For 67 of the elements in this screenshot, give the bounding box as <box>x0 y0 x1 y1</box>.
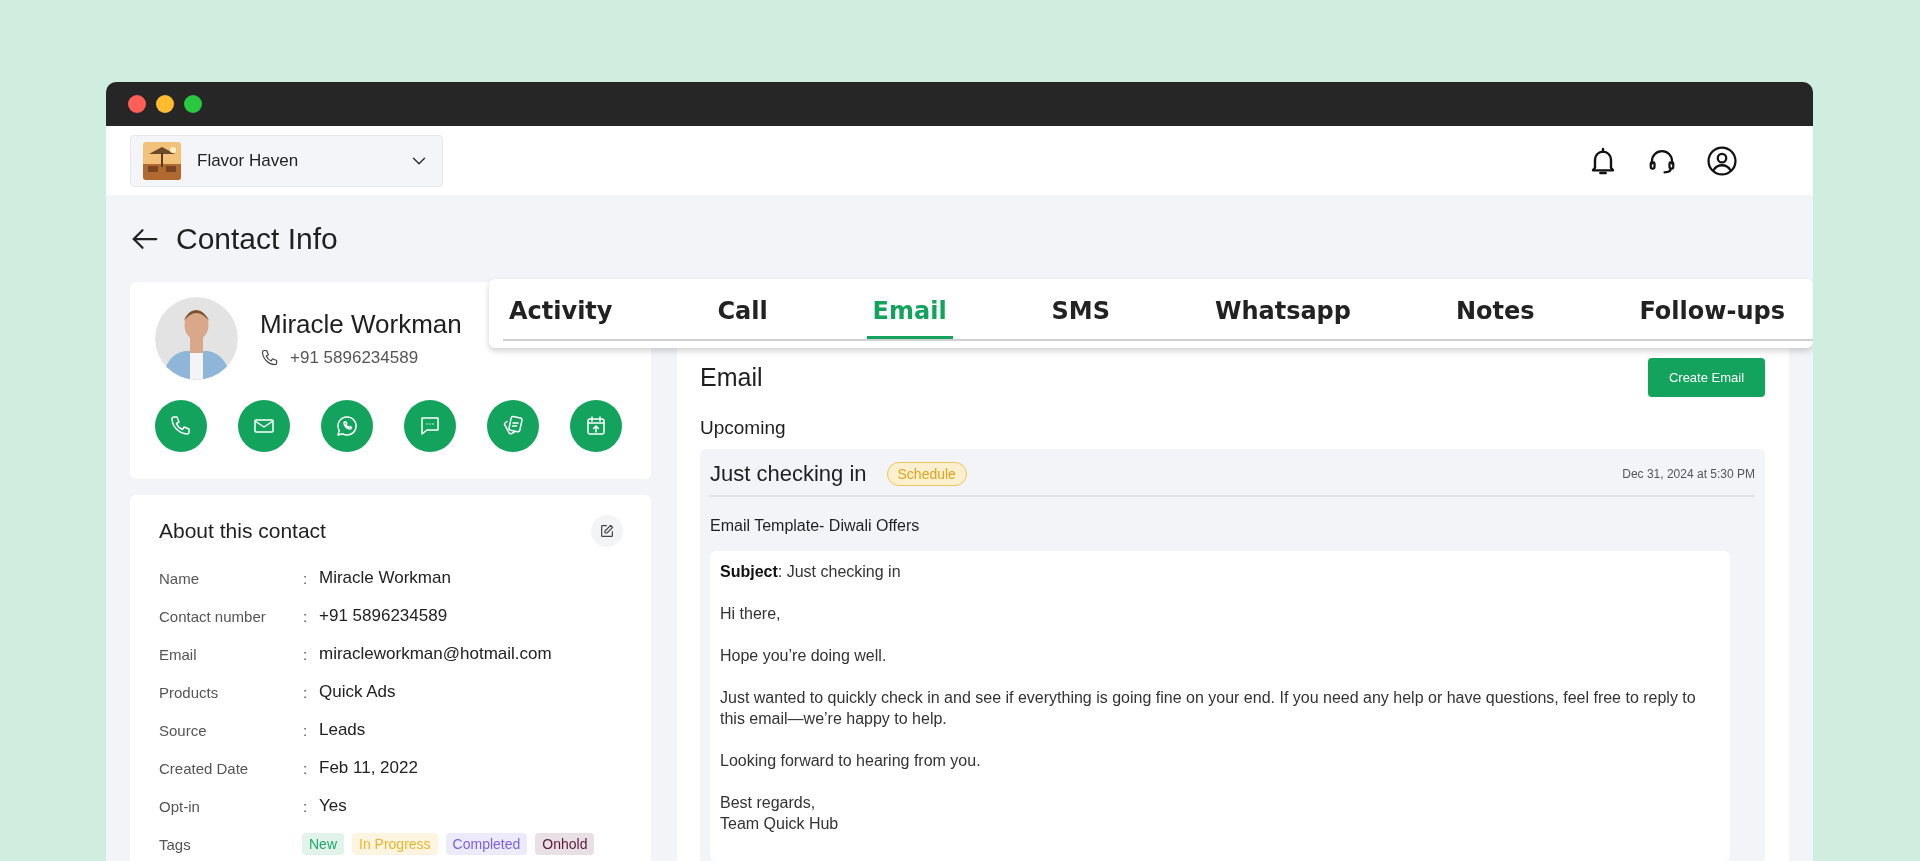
edit-button[interactable] <box>591 515 623 547</box>
email-paragraph: Subject: Just checking in <box>720 562 902 582</box>
tag: In Progress <box>352 833 438 855</box>
tab[interactable]: Activity <box>503 279 619 339</box>
colon: : <box>303 721 309 739</box>
field-label: Contact number <box>159 607 267 625</box>
action-button[interactable] <box>570 400 622 452</box>
field-value: Feb 11, 2022 <box>319 758 418 778</box>
section-title: About this contact <box>159 519 326 543</box>
user-icon <box>1705 143 1739 178</box>
tag: New <box>302 833 344 855</box>
minimize-dot[interactable] <box>156 95 174 113</box>
action-button[interactable] <box>404 400 456 452</box>
page-title: Contact Info <box>176 221 338 256</box>
action-button[interactable] <box>155 400 207 452</box>
field-value: Miracle Workman <box>319 568 451 588</box>
maximize-dot[interactable] <box>184 95 202 113</box>
field-label: Products <box>159 683 220 701</box>
status-badge: Schedule <box>886 462 967 486</box>
email-paragraph: Best regards, Team Quick Hub <box>720 793 840 834</box>
field-label: Email <box>159 645 198 663</box>
email-paragraph: Just wanted to quickly check in and see if everything is going fine on your end. If you need any help or have questions, feel free to reply to this email—we’re happy to help. <box>720 688 1697 729</box>
field-value: Quick Ads <box>319 682 396 702</box>
action-button[interactable] <box>487 400 539 452</box>
colon: : <box>303 569 309 587</box>
chat-phone-icon <box>335 414 359 438</box>
tab[interactable]: Notes <box>1449 279 1541 339</box>
phone-icon <box>169 414 193 438</box>
colon: : <box>303 645 309 663</box>
tab[interactable]: Follow-ups <box>1633 279 1791 339</box>
contact-phone: +91 5896234589 <box>290 348 419 368</box>
tag: Onhold <box>535 833 595 855</box>
documents-icon <box>501 414 525 438</box>
field-label: Created Date <box>159 759 250 777</box>
email-date: Dec 31, 2024 at 5:30 PM <box>1622 467 1755 481</box>
tab[interactable]: Call <box>711 279 774 339</box>
contact-name: Miracle Workman <box>260 309 462 340</box>
email-paragraph: Hi there, <box>720 604 782 624</box>
field-value: +91 5896234589 <box>319 606 448 626</box>
field-label: Source <box>159 721 208 739</box>
calendar-icon <box>584 414 608 438</box>
action-button[interactable] <box>321 400 373 452</box>
email-subject: Just checking in <box>710 461 867 487</box>
phone-icon <box>260 348 280 368</box>
colon: : <box>303 759 309 777</box>
field-value: Leads <box>319 720 366 740</box>
colon: : <box>303 797 309 815</box>
field-value: Yes <box>319 796 347 816</box>
field-label: Tags <box>159 835 192 853</box>
field-label: Name <box>159 569 200 587</box>
field-value: miracleworkman@hotmail.com <box>319 644 552 664</box>
tab[interactable]: SMS <box>1045 279 1116 339</box>
tab[interactable]: Whatsapp <box>1208 279 1357 339</box>
email-paragraph: Looking forward to hearing from you. <box>720 751 982 771</box>
message-icon <box>418 414 442 438</box>
workspace-selector[interactable]: Flavor Haven <box>130 134 443 187</box>
edit-icon <box>599 523 615 539</box>
colon: : <box>303 607 309 625</box>
colon: : <box>303 683 309 701</box>
template-name: Email Template- Diwali Offers <box>710 517 921 535</box>
field-label: Opt-in <box>159 797 201 815</box>
panel-title: Email <box>700 363 763 392</box>
email-paragraph: Hope you’re doing well. <box>720 646 888 666</box>
section-heading: Upcoming <box>700 417 787 439</box>
action-button[interactable] <box>238 400 290 452</box>
tag: Completed <box>445 833 528 855</box>
close-dot[interactable] <box>128 95 146 113</box>
